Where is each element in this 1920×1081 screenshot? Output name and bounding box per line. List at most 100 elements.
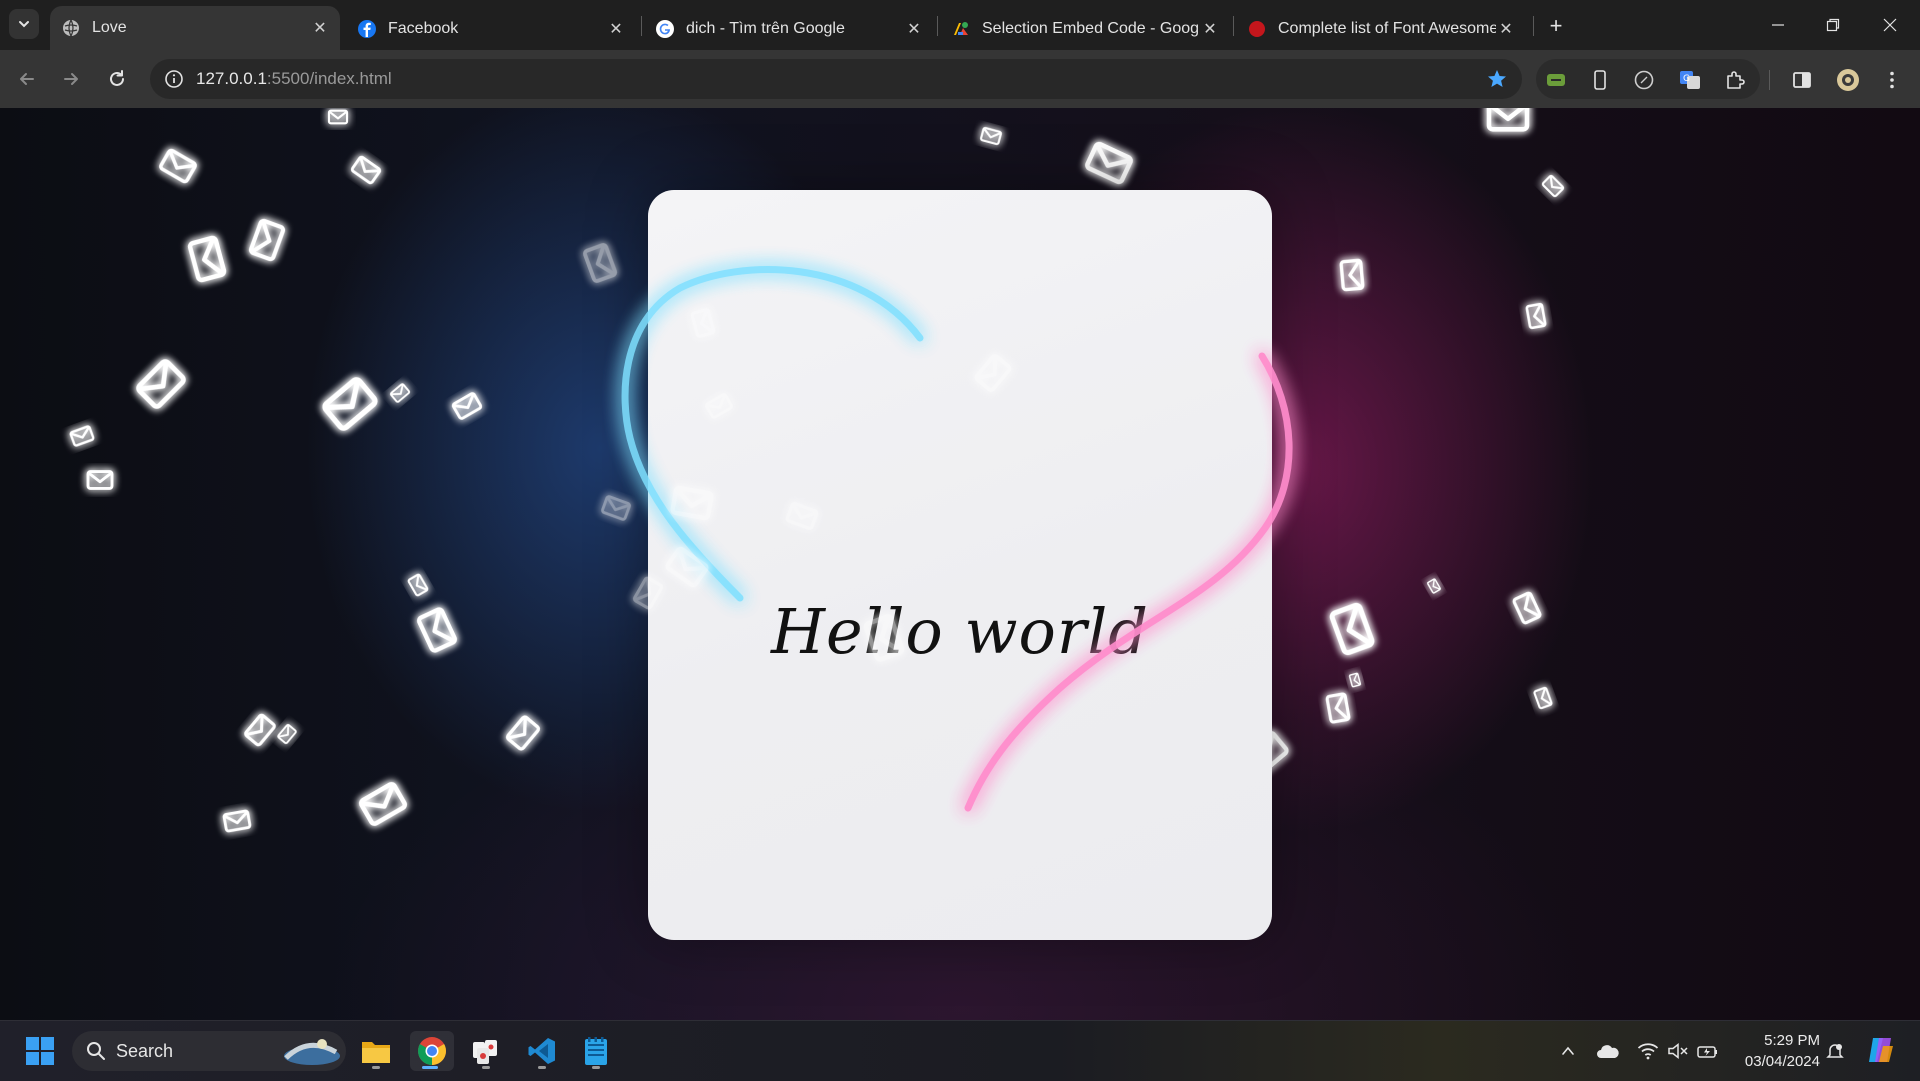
envelope-icon — [1331, 604, 1373, 654]
close-tab-icon[interactable]: ✕ — [1496, 19, 1516, 39]
facebook-icon — [358, 20, 376, 38]
taskbar-chrome[interactable] — [410, 1031, 454, 1071]
envelope-icon — [979, 126, 1003, 146]
envelope-icon — [137, 360, 185, 408]
vscode-icon — [528, 1038, 555, 1064]
extensions-puzzle-icon[interactable] — [1723, 68, 1747, 92]
envelope-icon — [504, 714, 542, 752]
notepad-icon — [585, 1037, 607, 1065]
envelope-icon — [250, 220, 284, 260]
envelope-icon — [1541, 174, 1565, 198]
minimize-button[interactable] — [1758, 10, 1798, 40]
google-fonts-icon — [952, 20, 970, 38]
close-tab-icon[interactable]: ✕ — [606, 19, 626, 39]
tab-title: Facebook — [388, 20, 459, 37]
taskbar-vscode[interactable] — [522, 1031, 562, 1071]
tab-divider — [937, 16, 938, 36]
url-path: :5500/index.html — [266, 69, 392, 88]
clock-date: 03/04/2024 — [1744, 1053, 1820, 1070]
taskbar-notepad[interactable] — [576, 1031, 616, 1071]
envelope-icon — [243, 712, 277, 748]
active-indicator — [422, 1066, 438, 1069]
close-tab-icon[interactable]: ✕ — [1200, 19, 1220, 39]
envelope-icon — [1511, 590, 1543, 626]
search-icon — [87, 1042, 105, 1060]
tab-title: dich - Tìm trên Google — [686, 20, 845, 37]
taskbar-mahjong[interactable] — [466, 1031, 506, 1071]
restore-button[interactable] — [1813, 10, 1853, 40]
show-hidden-icons-chevron-icon[interactable] — [1556, 1039, 1580, 1063]
card-greeting-text: Hello world — [770, 595, 1149, 668]
tab-search-button[interactable] — [9, 9, 39, 39]
envelope-icon — [1532, 686, 1554, 710]
tab-title: Complete list of Font Awesome — [1278, 20, 1496, 37]
side-panel-icon[interactable] — [1790, 68, 1814, 92]
tab-divider — [1533, 16, 1534, 36]
envelope-icon — [222, 809, 252, 833]
running-indicator — [592, 1066, 600, 1069]
new-tab-button[interactable]: + — [1542, 12, 1570, 40]
onedrive-cloud-icon[interactable] — [1596, 1039, 1620, 1063]
wifi-icon[interactable] — [1636, 1039, 1660, 1063]
google-translate-icon[interactable]: G — [1678, 68, 1702, 92]
toolbar-divider — [1769, 70, 1770, 90]
site-info-icon[interactable] — [164, 69, 184, 89]
tab-title: Selection Embed Code - Google — [982, 20, 1200, 37]
clock-time: 5:29 PM — [1764, 1032, 1820, 1049]
arrow-right-icon — [64, 73, 78, 85]
tab-title: Love — [92, 19, 127, 36]
menu-kebab-icon[interactable] — [1880, 68, 1904, 92]
envelope-icon — [69, 424, 95, 448]
battery-charging-icon[interactable] — [1696, 1039, 1720, 1063]
mahjong-icon — [473, 1040, 497, 1064]
close-tab-icon[interactable]: ✕ — [310, 18, 330, 38]
copilot-icon[interactable] — [1864, 1033, 1898, 1067]
search-label: Search — [116, 1040, 174, 1061]
envelope-icon — [1426, 577, 1442, 595]
envelope-icon — [600, 494, 632, 522]
system-clock[interactable]: 5:29 PM 03/04/2024 — [1730, 1030, 1820, 1072]
start-icon — [26, 1037, 54, 1065]
notification-bell-icon[interactable] — [1823, 1039, 1847, 1063]
envelope-icon — [86, 470, 114, 490]
taskbar-search[interactable]: Search — [72, 1031, 346, 1071]
tab-google-search[interactable]: dich - Tìm trên Google ✕ — [644, 8, 934, 50]
windows-taskbar: Search 5:29 PM 03/04/2024 — [0, 1020, 1920, 1081]
reload-icon — [110, 70, 124, 86]
tab-google-fonts[interactable]: Selection Embed Code - Google ✕ — [940, 8, 1230, 50]
envelope-icon — [276, 723, 298, 745]
close-icon — [1883, 18, 1897, 32]
restore-icon — [1826, 18, 1840, 32]
address-bar[interactable]: 127.0.0.1:5500/index.html — [150, 59, 1522, 99]
envelope-icon — [189, 237, 225, 281]
profile-avatar[interactable] — [1836, 68, 1860, 92]
tab-font-awesome[interactable]: Complete list of Font Awesome ✕ — [1236, 8, 1526, 50]
tab-facebook[interactable]: Facebook ✕ — [346, 8, 636, 50]
tab-love[interactable]: Love ✕ — [50, 6, 340, 50]
greeting-card: Hello world — [648, 190, 1272, 940]
page-viewport: Hello world — [0, 108, 1920, 1020]
close-window-button[interactable] — [1870, 10, 1910, 40]
envelope-icon — [389, 382, 411, 404]
running-indicator — [482, 1066, 490, 1069]
compass-icon[interactable] — [1632, 68, 1656, 92]
forward-button[interactable] — [56, 64, 86, 94]
taskbar-file-explorer[interactable] — [356, 1031, 396, 1071]
minimize-icon — [1772, 24, 1784, 26]
close-tab-icon[interactable]: ✕ — [904, 19, 924, 39]
envelope-icon — [327, 109, 349, 125]
browser-toolbar: 127.0.0.1:5500/index.html G — [0, 50, 1920, 108]
back-button[interactable] — [12, 64, 42, 94]
device-icon[interactable] — [1588, 68, 1612, 92]
start-button[interactable] — [20, 1031, 60, 1071]
reload-button[interactable] — [102, 64, 132, 94]
envelope-icon — [1339, 258, 1365, 292]
bookmark-star-icon[interactable] — [1486, 68, 1508, 90]
arrow-left-icon — [20, 73, 34, 85]
envelope-icon — [349, 154, 383, 186]
extension-translate-icon[interactable] — [1544, 68, 1568, 92]
tab-divider — [641, 16, 642, 36]
envelope-icon — [418, 608, 456, 651]
file-explorer-icon — [362, 1042, 390, 1063]
volume-muted-icon[interactable] — [1666, 1039, 1690, 1063]
